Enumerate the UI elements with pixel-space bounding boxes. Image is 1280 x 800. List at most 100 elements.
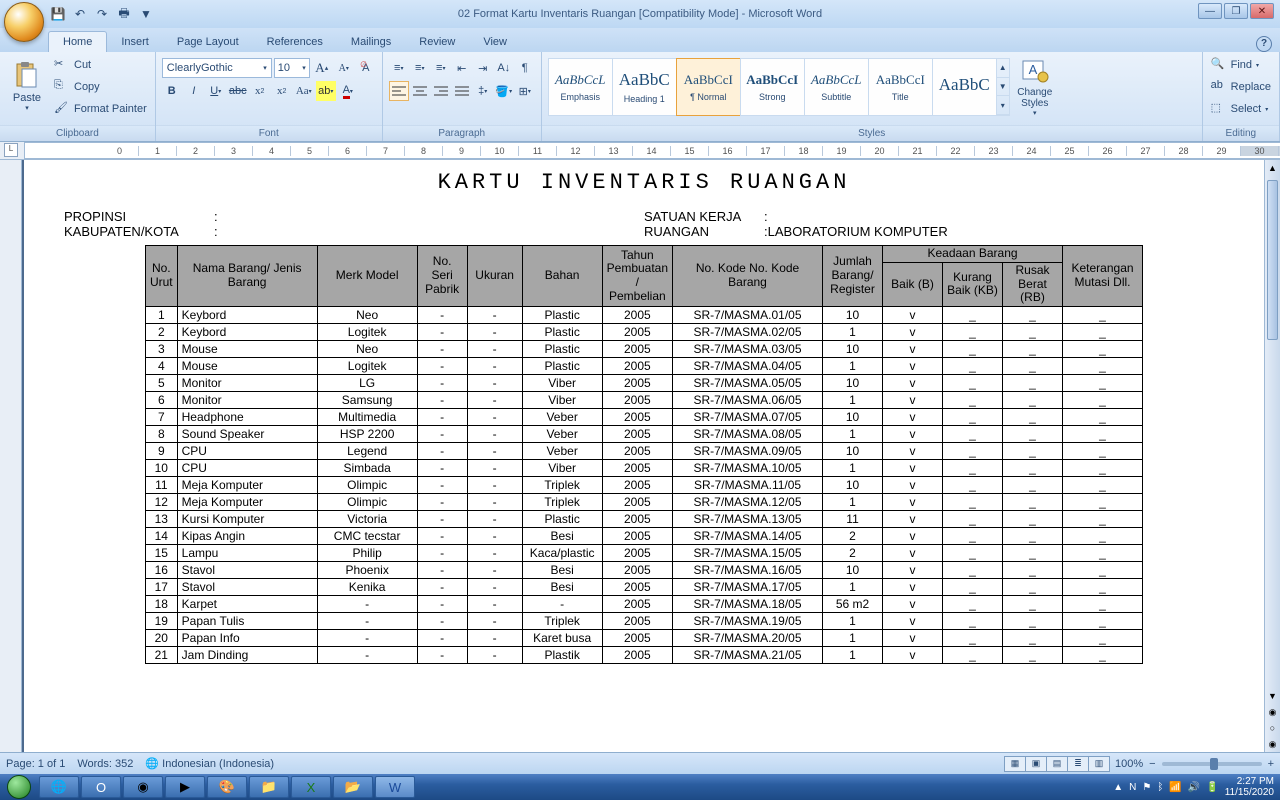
align-right-button[interactable] xyxy=(431,81,451,101)
decrease-indent-button[interactable]: ⇤ xyxy=(452,58,472,78)
tab-review[interactable]: Review xyxy=(405,32,469,52)
highlight-button[interactable]: ab▾ xyxy=(316,81,336,101)
status-page[interactable]: Page: 1 of 1 xyxy=(6,758,65,770)
status-words[interactable]: Words: 352 xyxy=(77,758,133,770)
vertical-ruler[interactable] xyxy=(0,160,22,752)
tab-mailings[interactable]: Mailings xyxy=(337,32,405,52)
format-painter-button[interactable]: 🖌Format Painter xyxy=(52,99,149,119)
start-button[interactable] xyxy=(0,774,38,800)
tray-flag-icon[interactable]: ⚑ xyxy=(1142,782,1151,793)
office-orb[interactable] xyxy=(4,2,44,42)
style-item[interactable]: AaBbC xyxy=(932,58,997,116)
view-draft[interactable]: ▥ xyxy=(1088,756,1110,772)
style-item[interactable]: AaBbCcIStrong xyxy=(740,58,805,116)
cut-button[interactable]: ✂Cut xyxy=(52,55,149,75)
tray-expand-icon[interactable]: ▲ xyxy=(1113,782,1123,793)
help-icon[interactable]: ? xyxy=(1256,36,1272,52)
line-spacing-button[interactable]: ‡▾ xyxy=(473,81,493,101)
task-folder[interactable]: 📂 xyxy=(333,776,373,798)
close-button[interactable]: ✕ xyxy=(1250,3,1274,19)
maximize-button[interactable]: ❐ xyxy=(1224,3,1248,19)
select-button[interactable]: ⬚Select▾ xyxy=(1209,99,1273,119)
style-item[interactable]: AaBbCcI¶ Normal xyxy=(676,58,741,116)
tray-battery-icon[interactable]: 🔋 xyxy=(1206,782,1218,793)
tray-bluetooth-icon[interactable]: ᛒ xyxy=(1157,782,1163,793)
print-icon[interactable]: 🖶 xyxy=(116,6,132,22)
next-page-icon[interactable]: ◉ xyxy=(1265,736,1280,752)
tab-insert[interactable]: Insert xyxy=(107,32,163,52)
ruler-corner[interactable]: L xyxy=(4,143,18,157)
tray-network-icon[interactable]: 📶 xyxy=(1169,782,1181,793)
subscript-button[interactable]: x2 xyxy=(250,81,270,101)
italic-button[interactable]: I xyxy=(184,81,204,101)
copy-button[interactable]: ⎘Copy xyxy=(52,77,149,97)
tab-home[interactable]: Home xyxy=(48,31,107,52)
redo-icon[interactable]: ↷ xyxy=(94,6,110,22)
zoom-in-button[interactable]: + xyxy=(1268,758,1274,770)
status-language[interactable]: 🌐 Indonesian (Indonesia) xyxy=(145,757,274,770)
vertical-scrollbar[interactable]: ▲ ▼ ◉ ○ ◉ xyxy=(1264,160,1280,752)
font-size-combo[interactable]: 10▾ xyxy=(274,58,310,78)
change-case-button[interactable]: Aa▾ xyxy=(294,81,314,101)
underline-button[interactable]: U▾ xyxy=(206,81,226,101)
tray-clock[interactable]: 2:27 PM 11/15/2020 xyxy=(1225,776,1274,798)
task-excel[interactable]: X xyxy=(291,776,331,798)
bullets-button[interactable]: ≡▾ xyxy=(389,58,409,78)
browse-object-icon[interactable]: ○ xyxy=(1265,720,1280,736)
change-styles-button[interactable]: A Change Styles▾ xyxy=(1010,54,1060,120)
multilevel-button[interactable]: ≡▾ xyxy=(431,58,451,78)
prev-page-icon[interactable]: ◉ xyxy=(1265,704,1280,720)
clear-formatting-button[interactable]: A∅ xyxy=(356,58,376,78)
tray-volume-icon[interactable]: 🔊 xyxy=(1188,782,1200,793)
shading-button[interactable]: 🪣▾ xyxy=(494,81,514,101)
sort-button[interactable]: A↓ xyxy=(494,58,514,78)
grow-font-button[interactable]: A▴ xyxy=(312,58,332,78)
task-opera[interactable]: O xyxy=(81,776,121,798)
paste-button[interactable]: Paste▾ xyxy=(6,54,48,120)
scroll-thumb[interactable] xyxy=(1267,180,1278,340)
style-item[interactable]: AaBbCcLEmphasis xyxy=(548,58,613,116)
justify-button[interactable] xyxy=(452,81,472,101)
horizontal-ruler[interactable]: L 01234567891011121314151617181920212223… xyxy=(0,142,1280,160)
scroll-down-icon[interactable]: ▼ xyxy=(1265,688,1280,704)
tab-references[interactable]: References xyxy=(253,32,337,52)
tab-view[interactable]: View xyxy=(469,32,521,52)
task-chrome[interactable]: ◉ xyxy=(123,776,163,798)
strikethrough-button[interactable]: abc xyxy=(228,81,248,101)
tab-page-layout[interactable]: Page Layout xyxy=(163,32,253,52)
replace-button[interactable]: abReplace xyxy=(1209,77,1273,97)
shrink-font-button[interactable]: A▾ xyxy=(334,58,354,78)
zoom-slider[interactable] xyxy=(1162,762,1262,766)
style-item[interactable]: AaBbCcITitle xyxy=(868,58,933,116)
align-left-button[interactable] xyxy=(389,81,409,101)
style-scroll[interactable]: ▲▼▾ xyxy=(996,58,1010,116)
task-ie[interactable]: 🌐 xyxy=(39,776,79,798)
view-outline[interactable]: ≣ xyxy=(1067,756,1089,772)
superscript-button[interactable]: x2 xyxy=(272,81,292,101)
font-name-combo[interactable]: ClearlyGothic▾ xyxy=(162,58,272,78)
view-web-layout[interactable]: ▤ xyxy=(1046,756,1068,772)
zoom-level[interactable]: 100% xyxy=(1115,758,1143,770)
scroll-up-icon[interactable]: ▲ xyxy=(1265,160,1280,176)
document-page[interactable]: KARTU INVENTARIS RUANGAN PROPINSI: KABUP… xyxy=(24,160,1264,752)
view-full-screen[interactable]: ▣ xyxy=(1025,756,1047,772)
task-word[interactable]: W xyxy=(375,776,415,798)
task-media[interactable]: ▶ xyxy=(165,776,205,798)
qat-dropdown-icon[interactable]: ▼ xyxy=(138,6,154,22)
tray-onenote-icon[interactable]: N xyxy=(1129,782,1136,793)
minimize-button[interactable]: — xyxy=(1198,3,1222,19)
find-button[interactable]: 🔍Find▾ xyxy=(1209,55,1273,75)
numbering-button[interactable]: ≡▾ xyxy=(410,58,430,78)
view-print-layout[interactable]: ▦ xyxy=(1004,756,1026,772)
font-color-button[interactable]: A▾ xyxy=(338,81,358,101)
task-explorer[interactable]: 📁 xyxy=(249,776,289,798)
align-center-button[interactable] xyxy=(410,81,430,101)
bold-button[interactable]: B xyxy=(162,81,182,101)
task-paint[interactable]: 🎨 xyxy=(207,776,247,798)
style-item[interactable]: AaBbCHeading 1 xyxy=(612,58,677,116)
style-item[interactable]: AaBbCcLSubtitle xyxy=(804,58,869,116)
save-icon[interactable]: 💾 xyxy=(50,6,66,22)
borders-button[interactable]: ⊞▾ xyxy=(515,81,535,101)
increase-indent-button[interactable]: ⇥ xyxy=(473,58,493,78)
show-marks-button[interactable]: ¶ xyxy=(515,58,535,78)
